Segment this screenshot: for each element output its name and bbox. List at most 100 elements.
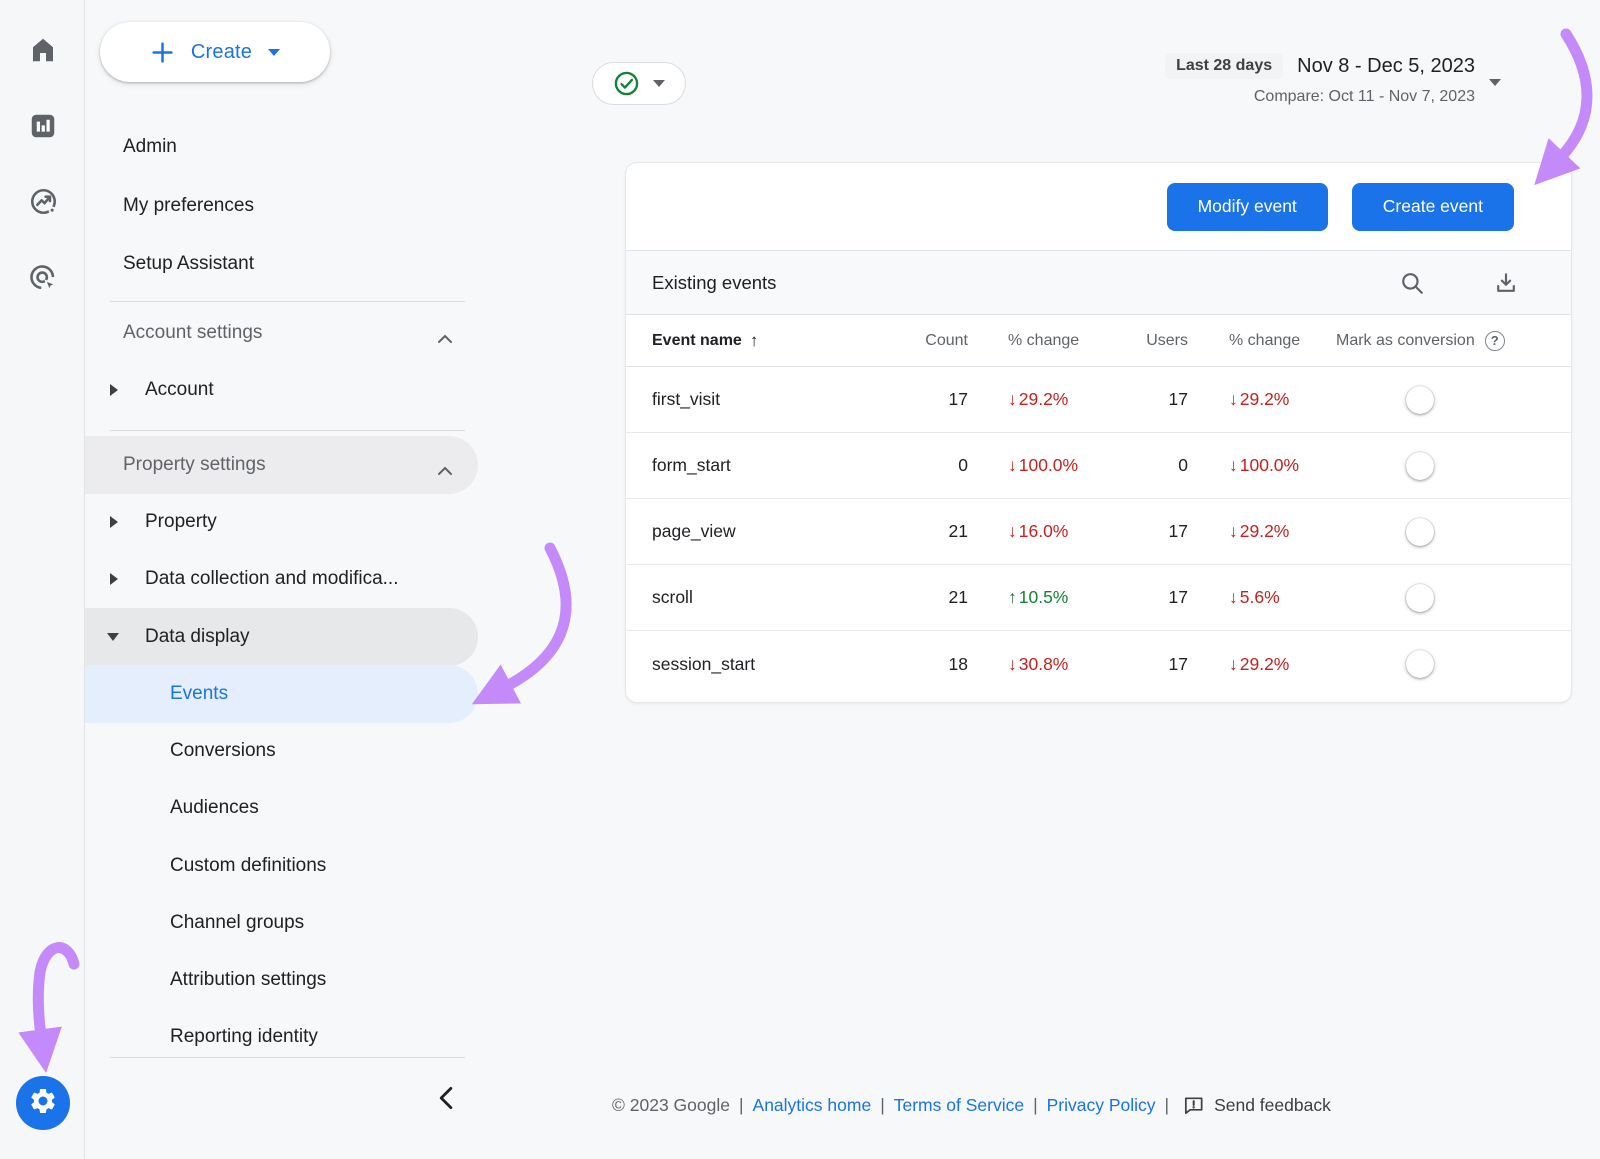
event-count: 21 xyxy=(848,587,968,608)
column-change[interactable]: % change xyxy=(968,332,1108,350)
arrow-down-icon: ↓ xyxy=(1008,521,1017,542)
explore-nav-button[interactable] xyxy=(27,188,59,220)
download-icon xyxy=(1493,270,1519,296)
mark-as-conversion-toggle[interactable] xyxy=(1408,587,1458,609)
event-users: 17 xyxy=(1108,389,1188,410)
sidebar-item-audiences[interactable]: Audiences xyxy=(85,779,478,837)
mark-as-conversion-toggle[interactable] xyxy=(1408,521,1458,543)
plus-icon xyxy=(150,40,175,65)
sidebar-item-my-preferences[interactable]: My preferences xyxy=(85,177,478,235)
date-range-picker[interactable]: Last 28 days Nov 8 - Dec 5, 2023 Compare… xyxy=(1125,53,1475,106)
sidebar-item-events[interactable]: Events xyxy=(85,665,478,723)
arrow-down-icon: ↓ xyxy=(1008,455,1017,476)
app-rail xyxy=(0,0,85,1159)
create-event-button[interactable]: Create event xyxy=(1352,183,1514,231)
sidebar-divider xyxy=(110,430,465,431)
chevron-left-icon xyxy=(438,1086,453,1115)
check-circle-icon xyxy=(613,70,640,97)
data-quality-indicator[interactable] xyxy=(592,62,686,105)
arrow-to-create-event xyxy=(1560,34,1587,158)
modify-event-button[interactable]: Modify event xyxy=(1167,183,1328,231)
send-feedback-button[interactable]: Send feedback xyxy=(1182,1094,1331,1117)
sidebar-item-channel-groups[interactable]: Channel groups xyxy=(85,894,478,952)
date-range-preset-chip: Last 28 days xyxy=(1165,53,1283,79)
advertising-nav-button[interactable] xyxy=(27,265,59,297)
download-button[interactable] xyxy=(1493,270,1519,296)
sidebar-item-property[interactable]: Property xyxy=(85,493,478,551)
arrow-up-icon: ↑ xyxy=(1008,587,1017,608)
change-value: ↓30.8% xyxy=(1008,654,1068,675)
feedback-icon xyxy=(1182,1094,1205,1117)
users-change-value: ↓100.0% xyxy=(1229,455,1299,476)
advertising-icon xyxy=(28,263,59,299)
event-count: 18 xyxy=(848,654,968,675)
table-row: scroll 21 ↑10.5% 17 ↓5.6% xyxy=(626,565,1571,631)
reports-nav-button[interactable] xyxy=(27,112,59,144)
search-button[interactable] xyxy=(1399,270,1425,296)
admin-settings-button[interactable] xyxy=(16,1076,70,1130)
sidebar-section-account-settings[interactable]: Account settings xyxy=(85,304,478,362)
footer-link-analytics-home[interactable]: Analytics home xyxy=(753,1095,872,1116)
mark-as-conversion-toggle[interactable] xyxy=(1408,653,1458,675)
existing-events-header: Existing events xyxy=(626,251,1571,315)
sidebar-item-attribution-settings[interactable]: Attribution settings xyxy=(85,951,478,1009)
chevron-down-icon[interactable] xyxy=(1489,79,1501,86)
sidebar-item-setup-assistant[interactable]: Setup Assistant xyxy=(85,235,478,293)
column-event-name[interactable]: Event name ↑ xyxy=(652,331,848,351)
sidebar-collapse-button[interactable] xyxy=(425,1080,465,1120)
users-change-value: ↓29.2% xyxy=(1229,654,1289,675)
arrow-to-events-item xyxy=(505,548,566,687)
arrow-down-icon: ↓ xyxy=(1229,521,1238,542)
event-users: 17 xyxy=(1108,587,1188,608)
sidebar-section-property-settings[interactable]: Property settings xyxy=(85,436,478,494)
search-icon xyxy=(1399,270,1425,296)
event-count: 17 xyxy=(848,389,968,410)
sidebar-item-data-display[interactable]: Data display xyxy=(85,608,478,666)
event-users: 17 xyxy=(1108,521,1188,542)
home-nav-button[interactable] xyxy=(27,36,59,68)
reports-icon xyxy=(28,111,58,146)
column-users[interactable]: Users xyxy=(1108,332,1188,350)
sidebar-item-custom-definitions[interactable]: Custom definitions xyxy=(85,837,478,895)
home-icon xyxy=(28,35,58,70)
event-count: 21 xyxy=(848,521,968,542)
event-name: first_visit xyxy=(652,389,848,410)
sidebar-item-admin[interactable]: Admin xyxy=(85,118,478,176)
footer-link-privacy-policy[interactable]: Privacy Policy xyxy=(1047,1095,1156,1116)
page-footer: © 2023 Google | Analytics home | Terms o… xyxy=(612,1094,1331,1117)
events-card: Modify event Create event Existing event… xyxy=(625,162,1572,703)
admin-sidebar: Admin My preferences Setup Assistant Acc… xyxy=(85,0,480,1159)
sidebar-item-account[interactable]: Account xyxy=(85,361,478,419)
event-name: session_start xyxy=(652,654,848,675)
card-action-row: Modify event Create event xyxy=(626,163,1571,251)
sidebar-divider xyxy=(110,1057,465,1058)
arrow-down-icon: ↓ xyxy=(1229,654,1238,675)
create-button[interactable]: Create xyxy=(100,22,330,82)
section-title: Existing events xyxy=(652,272,776,294)
change-value: ↓16.0% xyxy=(1008,521,1068,542)
sidebar-item-conversions[interactable]: Conversions xyxy=(85,722,478,780)
change-value: ↓29.2% xyxy=(1008,389,1068,410)
table-row: session_start 18 ↓30.8% 17 ↓29.2% xyxy=(626,631,1571,697)
column-count[interactable]: Count xyxy=(848,332,968,350)
chevron-up-icon xyxy=(437,460,453,482)
mark-as-conversion-toggle[interactable] xyxy=(1408,455,1458,477)
table-row: first_visit 17 ↓29.2% 17 ↓29.2% xyxy=(626,367,1571,433)
arrow-down-icon: ↓ xyxy=(1229,455,1238,476)
event-name: scroll xyxy=(652,587,848,608)
column-users-change[interactable]: % change xyxy=(1188,332,1328,350)
mark-as-conversion-toggle[interactable] xyxy=(1408,389,1458,411)
arrow-down-icon: ↓ xyxy=(1008,654,1017,675)
event-count: 0 xyxy=(848,455,968,476)
users-change-value: ↓29.2% xyxy=(1229,521,1289,542)
footer-link-terms-of-service[interactable]: Terms of Service xyxy=(894,1095,1024,1116)
copyright-text: © 2023 Google xyxy=(612,1095,730,1116)
arrow-down-icon: ↓ xyxy=(1229,389,1238,410)
sidebar-item-data-collection[interactable]: Data collection and modifica... xyxy=(85,550,478,608)
explore-icon xyxy=(28,186,59,222)
chevron-down-icon xyxy=(268,49,280,56)
help-icon[interactable]: ? xyxy=(1485,331,1505,351)
sidebar-divider xyxy=(110,301,465,302)
event-users: 0 xyxy=(1108,455,1188,476)
arrow-down-icon: ↓ xyxy=(1229,587,1238,608)
